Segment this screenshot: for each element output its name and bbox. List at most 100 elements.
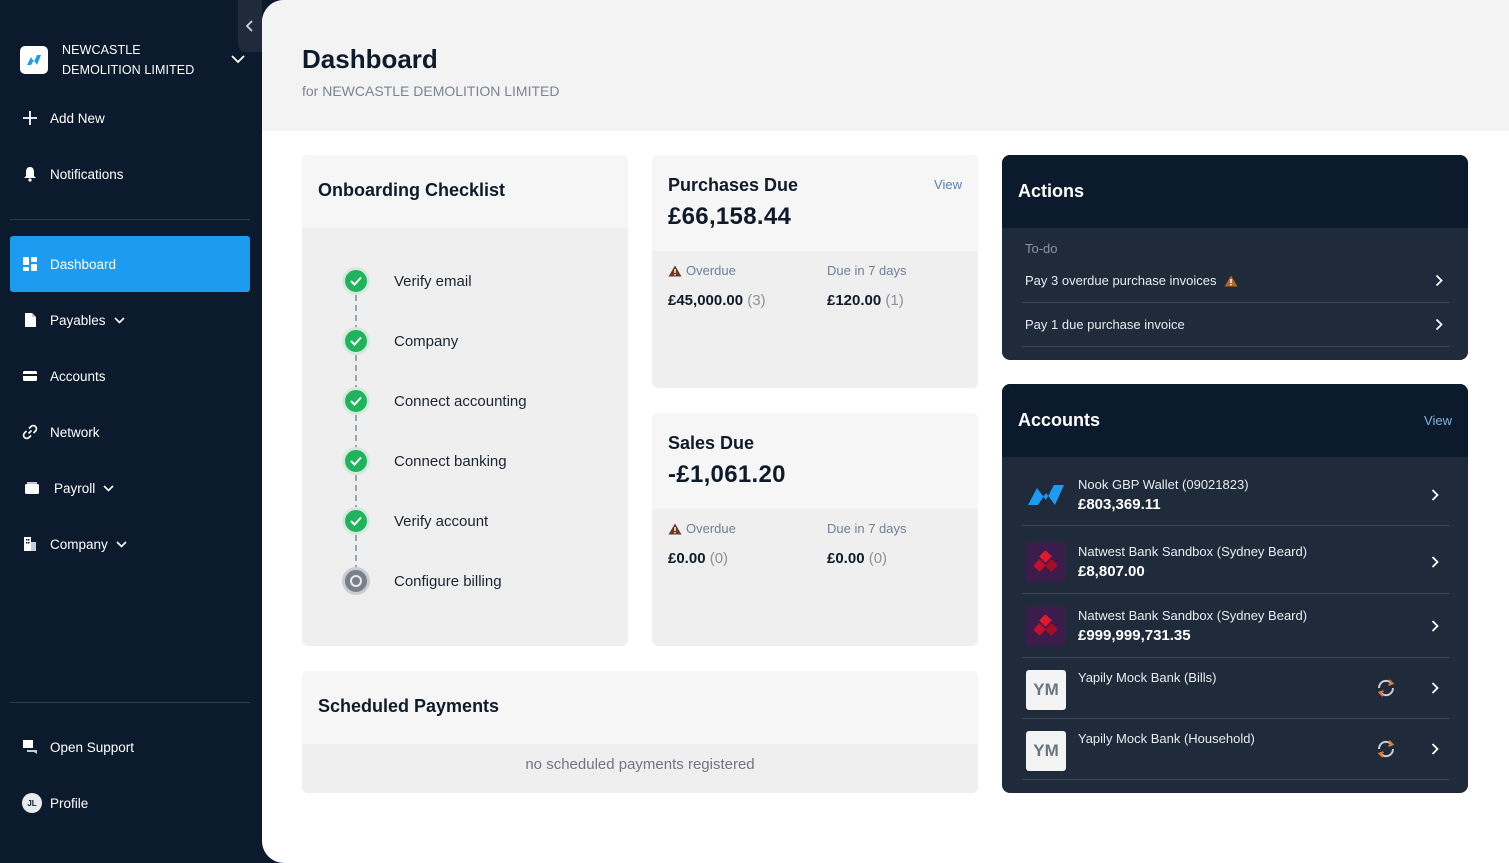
sales-due-amount: -£1,061.20	[668, 461, 786, 488]
account-info: Nook GBP Wallet (09021823) £803,369.11	[1078, 475, 1249, 515]
overdue-amount-value: £0.00	[668, 550, 706, 567]
checklist-item[interactable]: Connect accounting	[342, 387, 527, 415]
sync-icon[interactable]	[1375, 738, 1397, 760]
nav-notifications-label: Notifications	[50, 166, 124, 182]
avatar: JL	[22, 793, 42, 813]
todo-label: To-do	[1025, 241, 1058, 256]
overdue-label: Overdue	[668, 521, 736, 536]
account-row[interactable]: Natwest Bank Sandbox (Sydney Beard) £8,8…	[1022, 531, 1449, 594]
nav-add-new[interactable]: Add New	[10, 90, 250, 146]
scheduled-payments-card: Scheduled Payments no scheduled payments…	[302, 671, 978, 793]
purchases-view-link[interactable]: View	[934, 177, 962, 192]
overdue-count: (3)	[747, 292, 766, 309]
checklist-item-label: Connect banking	[394, 452, 507, 470]
overdue-label-text: Overdue	[686, 263, 736, 278]
due7-label: Due in 7 days	[827, 263, 907, 278]
purchases-due-amount: £66,158.44	[668, 203, 792, 230]
todo-item[interactable]: Pay 3 overdue purchase invoices	[1022, 259, 1449, 303]
chevron-right-icon	[1431, 682, 1439, 695]
yapily-logo: YM	[1026, 731, 1066, 771]
nav-open-support[interactable]: Open Support	[10, 719, 250, 775]
checklist-title: Onboarding Checklist	[318, 180, 506, 200]
warning-icon	[1224, 275, 1238, 287]
nav-payroll-label: Payroll	[54, 480, 96, 496]
purchases-due-header: Purchases Due View £66,158.44	[652, 155, 978, 251]
natwest-logo-icon	[1026, 542, 1066, 582]
nav-dashboard[interactable]: Dashboard	[10, 236, 250, 292]
warning-icon	[668, 523, 682, 535]
checklist-item[interactable]: Connect banking	[342, 447, 507, 475]
due7-label: Due in 7 days	[827, 521, 907, 536]
yapily-logo: YM	[1026, 670, 1066, 710]
nav-payables[interactable]: Payables	[10, 292, 250, 348]
sales-due-card: Sales Due -£1,061.20 Overdue £0.00 (0) D…	[652, 413, 978, 646]
checklist-item[interactable]: Verify account	[342, 507, 488, 535]
purchases-due-title: Purchases Due	[668, 175, 799, 195]
account-info: Natwest Bank Sandbox (Sydney Beard) £8,8…	[1078, 542, 1307, 582]
nav-company[interactable]: Company	[10, 516, 250, 572]
nav-accounts-label: Accounts	[50, 368, 106, 384]
nav-open-support-label: Open Support	[50, 739, 135, 755]
profile-avatar-container: JL	[22, 793, 42, 813]
todo-item[interactable]: Pay 1 due purchase invoice	[1022, 303, 1449, 347]
nav-profile-label: Profile	[50, 795, 89, 811]
sync-icon[interactable]	[1375, 677, 1397, 699]
org-name: NEWCASTLE DEMOLITION LIMITED	[62, 40, 202, 80]
checklist-item[interactable]: Configure billing	[342, 567, 502, 595]
todo-item-label: Pay 3 overdue purchase invoices	[1025, 273, 1217, 288]
chevron-left-icon	[245, 20, 253, 32]
sidebar-divider	[10, 702, 250, 703]
due7-count: (1)	[885, 292, 904, 309]
overdue-amount-value: £45,000.00	[668, 292, 744, 309]
nav-payroll[interactable]: Payroll	[10, 460, 250, 516]
due7-amount-value: £120.00	[827, 292, 882, 309]
check-circle-icon	[342, 447, 370, 475]
nav-payables-label: Payables	[50, 312, 106, 328]
scheduled-payments-title: Scheduled Payments	[318, 696, 500, 716]
nav-dashboard-label: Dashboard	[50, 256, 117, 272]
chevron-down-icon[interactable]	[231, 51, 245, 69]
natwest-logo-icon	[1026, 605, 1066, 646]
sidebar: NEWCASTLE DEMOLITION LIMITED Add New Not…	[0, 0, 262, 863]
link-icon	[22, 424, 38, 440]
nav-accounts[interactable]: Accounts	[10, 348, 250, 404]
account-row[interactable]: Nook GBP Wallet (09021823) £803,369.11	[1022, 464, 1449, 526]
nav-notifications[interactable]: Notifications	[10, 146, 250, 202]
payroll-icon	[24, 480, 40, 496]
chevron-right-icon	[1431, 619, 1439, 632]
checklist-item[interactable]: Verify email	[342, 267, 472, 295]
due7-amount: £0.00 (0)	[827, 550, 907, 567]
chevron-right-icon	[1435, 318, 1443, 331]
overdue-amount: £0.00 (0)	[668, 550, 736, 567]
org-name-line1: NEWCASTLE	[62, 43, 141, 57]
overdue-label-text: Overdue	[686, 521, 736, 536]
page-header: Dashboard for NEWCASTLE DEMOLITION LIMIT…	[262, 0, 1509, 131]
sales-due-header: Sales Due -£1,061.20	[652, 413, 978, 509]
accounts-title: Accounts	[1018, 410, 1101, 430]
check-circle-icon	[342, 327, 370, 355]
check-circle-icon	[342, 387, 370, 415]
chevron-down-icon	[116, 540, 127, 548]
overdue-count: (0)	[709, 550, 729, 567]
actions-panel: Actions To-do Pay 3 overdue purchase inv…	[1002, 155, 1468, 360]
accounts-view-link[interactable]: View	[1424, 413, 1452, 428]
account-row[interactable]: YM Yapily Mock Bank (Household)	[1022, 719, 1449, 780]
warning-icon	[668, 265, 682, 277]
nav-network[interactable]: Network	[10, 404, 250, 460]
sidebar-divider	[10, 219, 250, 220]
chevron-down-icon	[103, 484, 114, 492]
nav-network-label: Network	[50, 424, 100, 440]
chevron-right-icon	[1431, 556, 1439, 569]
account-name: Natwest Bank Sandbox (Sydney Beard)	[1078, 544, 1308, 559]
account-name: Yapily Mock Bank (Household)	[1078, 731, 1255, 746]
nav-company-label: Company	[50, 536, 108, 552]
nav-profile[interactable]: JL Profile	[10, 775, 250, 831]
wallet-icon	[22, 368, 38, 384]
account-row[interactable]: Natwest Bank Sandbox (Sydney Beard) £999…	[1022, 594, 1449, 658]
checklist-item[interactable]: Company	[342, 327, 458, 355]
account-row[interactable]: YM Yapily Mock Bank (Bills)	[1022, 658, 1449, 719]
sales-due-title: Sales Due	[668, 433, 755, 453]
account-balance: £999,999,731.35	[1078, 626, 1191, 644]
onboarding-checklist-card: Onboarding Checklist Verify email Compan…	[302, 155, 628, 646]
org-switcher[interactable]: NEWCASTLE DEMOLITION LIMITED	[20, 40, 245, 80]
